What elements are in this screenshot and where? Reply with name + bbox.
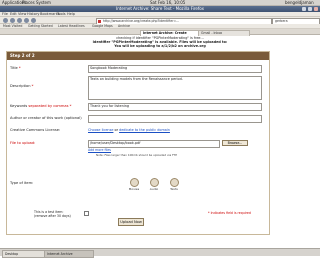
description-label: Description * — [10, 84, 34, 88]
choose-license-link[interactable]: Choose license — [88, 128, 113, 132]
type-label: Type of item: — [10, 181, 34, 185]
type-option-movies[interactable]: Movies — [128, 178, 140, 191]
test-item-hint: (remove after 30 days) — [34, 214, 71, 218]
author-input[interactable] — [88, 115, 262, 123]
browse-button[interactable]: Browse... — [222, 140, 248, 146]
author-label: Author or creator of this work (optional… — [10, 116, 82, 120]
keywords-label: Keywords separated by commas * — [10, 104, 72, 108]
audio-icon — [149, 178, 159, 187]
type-option-movies-label: Movies — [128, 187, 140, 191]
add-more-files-link[interactable]: Add more files — [88, 148, 111, 152]
license-options: Choose license or dedicate to the public… — [88, 128, 170, 132]
maximize-icon[interactable] — [308, 7, 312, 11]
movies-icon — [129, 178, 139, 187]
close-icon[interactable] — [314, 7, 318, 11]
address-bar-value: http://www.archive.org/create.php?identi… — [103, 19, 180, 23]
step-header: Step 2 of 2 — [7, 52, 269, 60]
taskbar-item-desktop[interactable]: Desktop — [2, 250, 46, 258]
title-input[interactable]: Songbook Moderating — [88, 65, 262, 73]
keywords-input[interactable]: Thank you for listening — [88, 103, 262, 111]
test-item-checkbox[interactable] — [84, 211, 89, 216]
stop-icon[interactable] — [24, 18, 29, 23]
upload-destination-message: You will be uploading to a/1/2/b2 on arc… — [114, 44, 206, 48]
taskbar-item-browser[interactable]: Internet Archive — [44, 250, 94, 258]
required-note: * Indicates field is required — [208, 211, 251, 215]
public-domain-link[interactable]: dedicate to the public domain — [119, 128, 170, 132]
type-option-texts-label: Texts — [170, 187, 178, 191]
license-label: Creative Commons License: — [10, 128, 61, 132]
type-option-audio[interactable]: Audio — [148, 178, 160, 191]
description-textarea[interactable]: Texts on building models from the Renais… — [88, 76, 262, 100]
tab-bar: Internet Archive: Create Gmail - Inbox — [0, 29, 320, 36]
minimize-icon[interactable] — [302, 7, 306, 11]
texts-icon — [169, 178, 179, 187]
type-option-audio-label: Audio — [149, 187, 159, 191]
upload-now-button[interactable]: Upload Now — [118, 218, 144, 226]
home-icon[interactable] — [31, 18, 36, 23]
type-option-texts[interactable]: Texts — [168, 178, 180, 191]
license-or-text: or — [114, 128, 118, 132]
file-path-input[interactable]: /home/user/Desktop/book.pdf — [88, 140, 220, 148]
site-favicon-icon — [98, 19, 101, 23]
forward-icon[interactable] — [10, 18, 15, 23]
reload-icon[interactable] — [17, 18, 22, 23]
navigation-toolbar: http://www.archive.org/create.php?identi… — [0, 17, 320, 25]
file-note: Note: Files larger than 100mb should be … — [96, 153, 178, 157]
title-label: Title * — [10, 66, 21, 70]
taskbar: Desktop Internet Archive — [0, 248, 320, 258]
back-icon[interactable] — [3, 18, 8, 23]
file-label: File to upload: — [10, 141, 36, 145]
